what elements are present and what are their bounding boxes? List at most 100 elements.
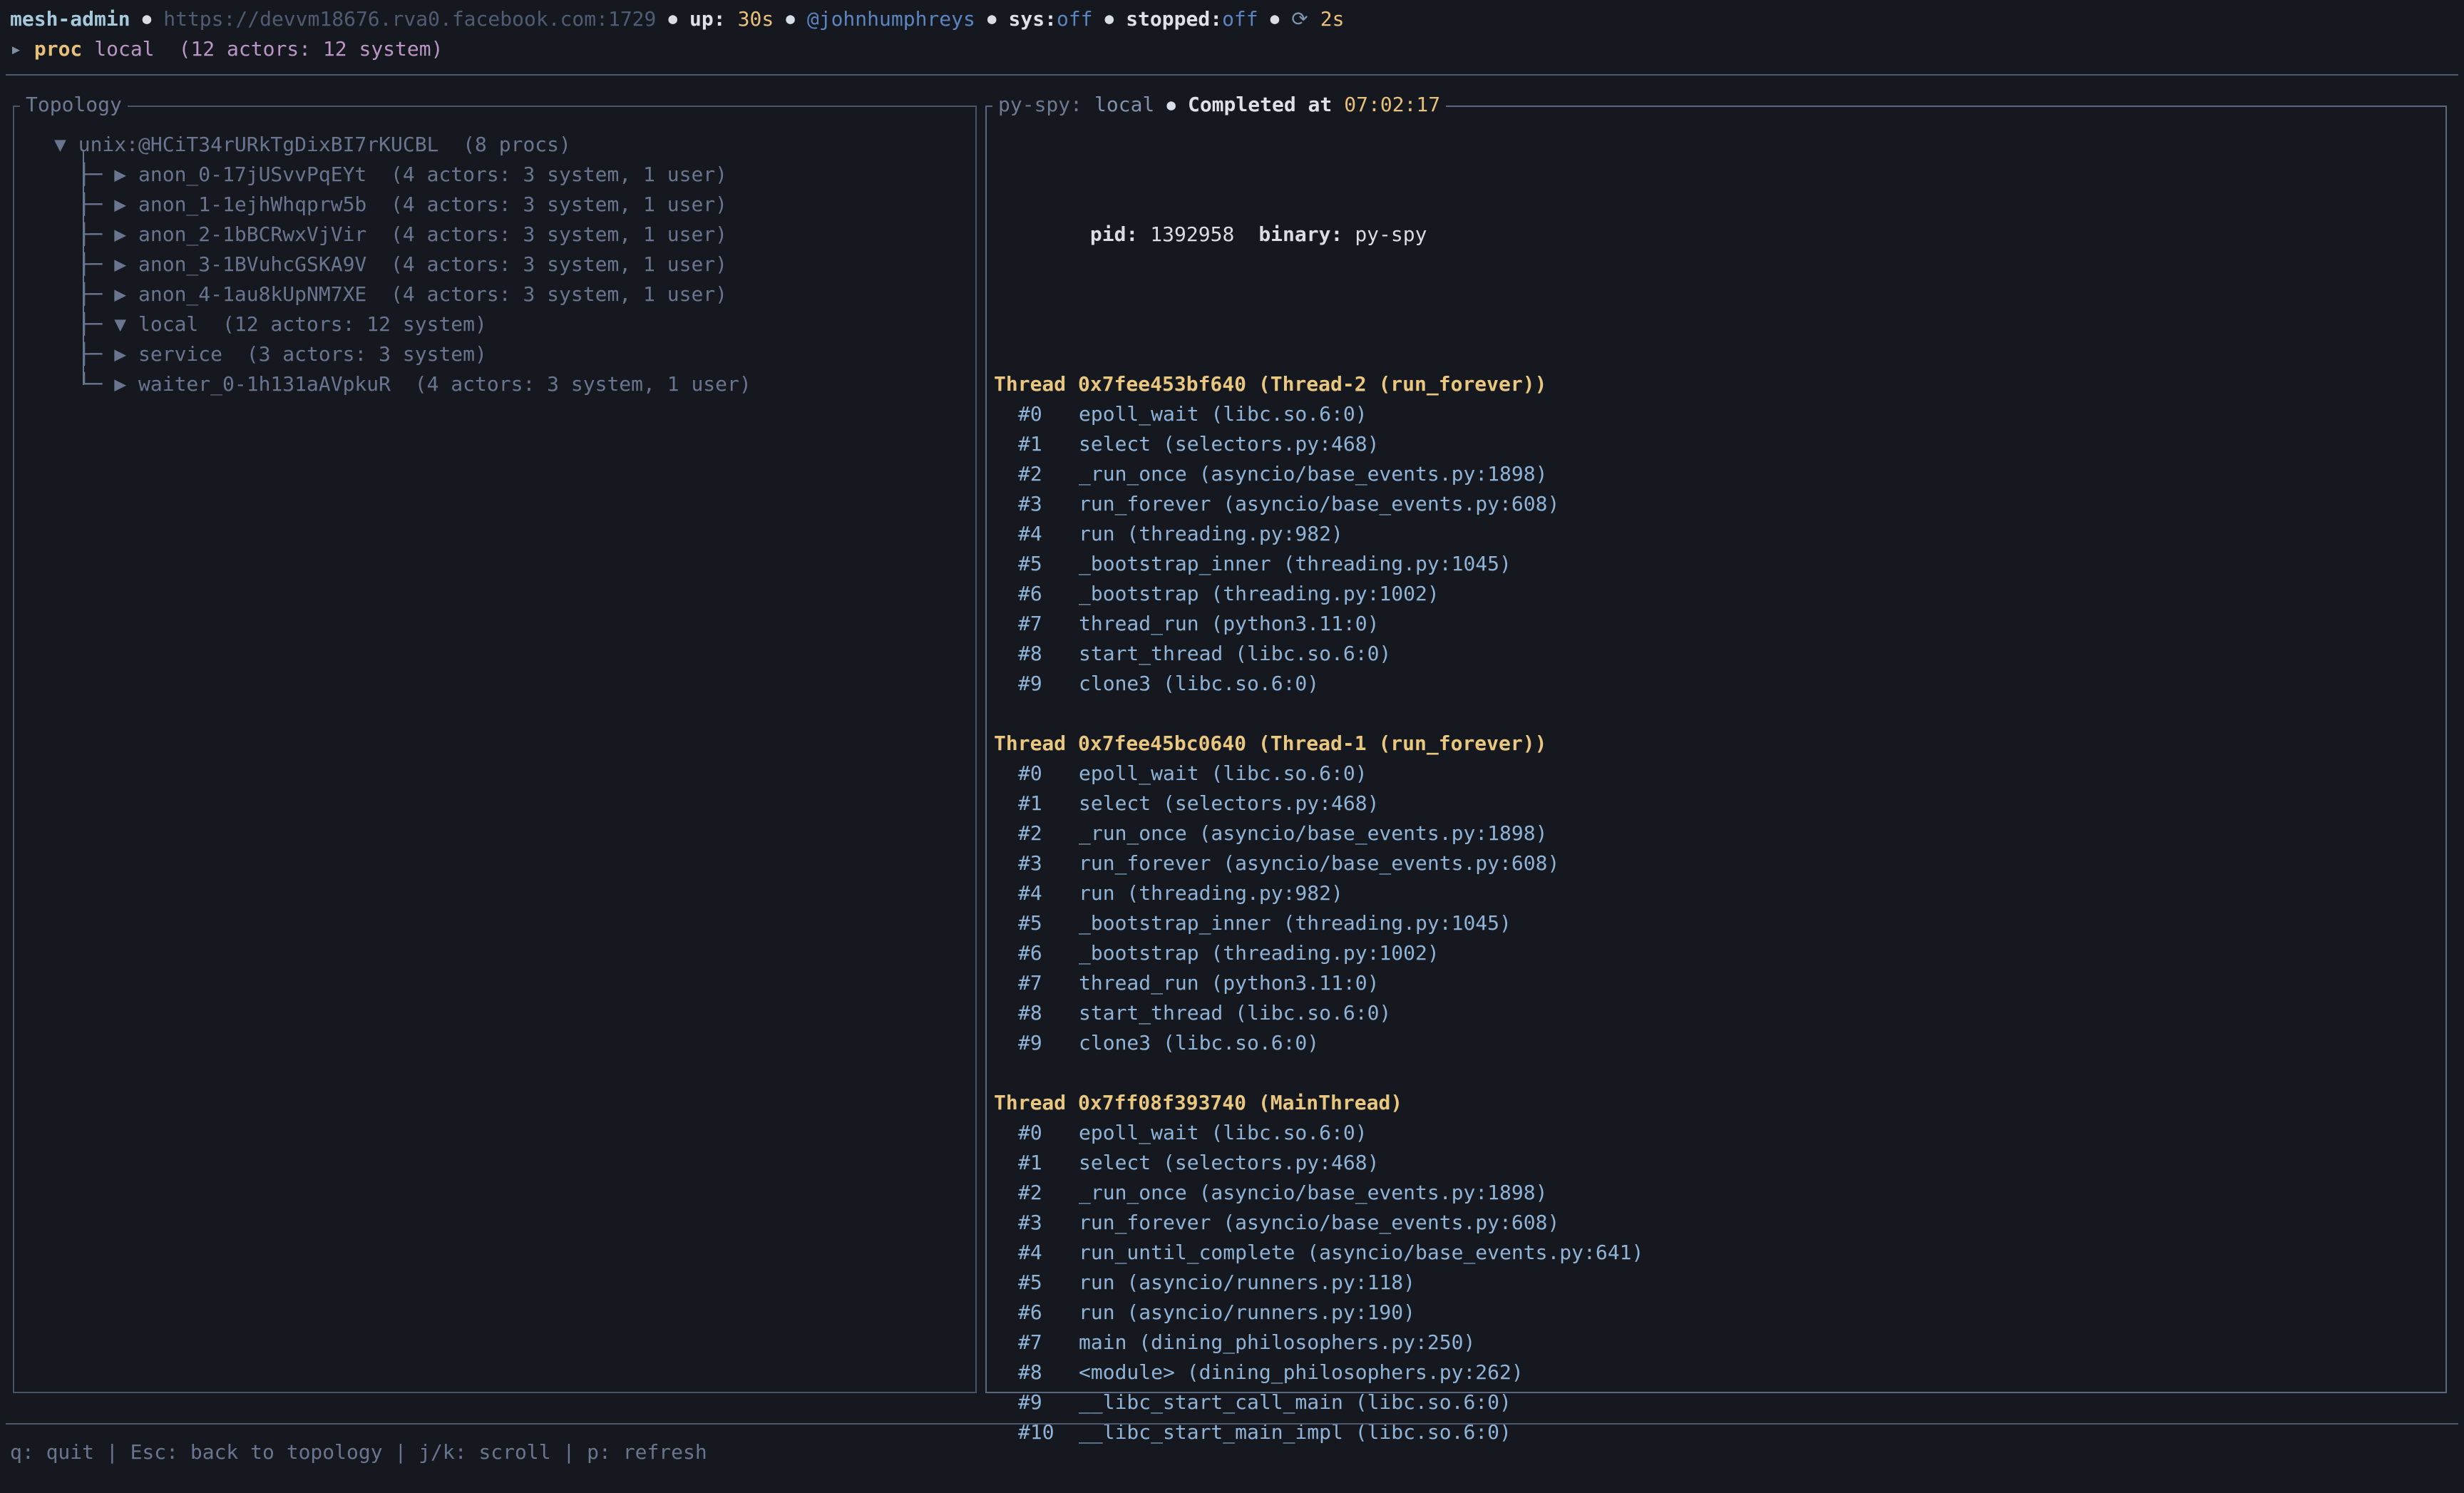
frame-function: start_thread (libc.so.6:0) xyxy=(1079,1001,1391,1025)
stopped-label: stopped: xyxy=(1126,7,1222,31)
frame-function: _run_once (asyncio/base_events.py:1898) xyxy=(1079,821,1547,845)
stack-frame: #7main (dining_philosophers.py:250) xyxy=(994,1328,1811,1358)
frame-number: #4 xyxy=(1018,519,1079,549)
frame-function: _bootstrap_inner (threading.py:1045) xyxy=(1079,911,1511,935)
header-separator xyxy=(6,74,2458,76)
frame-number: #0 xyxy=(1018,399,1079,429)
breadcrumb-arrow-icon: ▸ xyxy=(10,37,22,61)
frame-function: main (dining_philosophers.py:250) xyxy=(1079,1330,1475,1354)
frame-number: #10 xyxy=(1018,1417,1079,1447)
stack-frame: #9__libc_start_call_main (libc.so.6:0) xyxy=(994,1387,1811,1417)
stack-frame: #3run_forever (asyncio/base_events.py:60… xyxy=(994,1208,1811,1238)
separator-dot: ● xyxy=(1270,10,1280,27)
topology-panel-title: Topology xyxy=(20,93,128,116)
frame-function: run (threading.py:982) xyxy=(1079,522,1343,545)
stack-frame: #5_bootstrap_inner (threading.py:1045) xyxy=(994,908,1811,938)
frame-number: #2 xyxy=(1018,459,1079,489)
stack-frame: #6_bootstrap (threading.py:1002) xyxy=(994,579,1811,609)
frame-function: run_forever (asyncio/base_events.py:608) xyxy=(1079,1211,1559,1234)
topology-node[interactable]: ▼ unix:@HCiT34rURkTgDixBI7rKUCBL (8 proc… xyxy=(54,130,751,160)
frame-number: #3 xyxy=(1018,1208,1079,1238)
frame-number: #2 xyxy=(1018,1178,1079,1208)
stopped-value: off xyxy=(1222,7,1258,31)
footer-help: q: quit | Esc: back to topology | j/k: s… xyxy=(10,1440,707,1464)
stack-frame: #4run (threading.py:982) xyxy=(994,519,1811,549)
frame-number: #5 xyxy=(1018,549,1079,579)
refresh-icon: ⟳ xyxy=(1291,7,1308,31)
breadcrumb-detail: (12 actors: 12 system) xyxy=(179,37,443,61)
frame-function: _bootstrap (threading.py:1002) xyxy=(1079,941,1439,965)
header-status-bar: mesh-admin ● https://devvm18676.rva0.fac… xyxy=(10,5,1344,32)
stack-frame: #3run_forever (asyncio/base_events.py:60… xyxy=(994,848,1811,878)
frame-function: __libc_start_call_main (libc.so.6:0) xyxy=(1079,1390,1511,1414)
topology-node[interactable]: ├─ ▶ anon_4-1au8kUpNM7XE (4 actors: 3 sy… xyxy=(54,279,751,309)
frame-function: run (asyncio/runners.py:190) xyxy=(1079,1300,1415,1324)
stack-frame: #6run (asyncio/runners.py:190) xyxy=(994,1298,1811,1328)
process-info-line: pid:1392958binary:py-spy xyxy=(994,190,1811,220)
pyspy-title-time: 07:02:17 xyxy=(1344,93,1440,116)
topology-panel: Topology ▼ unix:@HCiT34rURkTgDixBI7rKUCB… xyxy=(13,106,977,1393)
frame-function: _bootstrap (threading.py:1002) xyxy=(1079,582,1439,605)
frame-number: #0 xyxy=(1018,759,1079,789)
frame-function: select (selectors.py:468) xyxy=(1079,791,1379,815)
blank-line xyxy=(994,699,1811,729)
stack-frame: #7thread_run (python3.11:0) xyxy=(994,609,1811,639)
frame-number: #1 xyxy=(1018,429,1079,459)
topology-node[interactable]: ├─ ▼ local (12 actors: 12 system) xyxy=(54,309,751,339)
topology-tree: ▼ unix:@HCiT34rURkTgDixBI7rKUCBL (8 proc… xyxy=(54,130,751,399)
frame-number: #7 xyxy=(1018,609,1079,639)
frame-number: #9 xyxy=(1018,669,1079,699)
frame-function: clone3 (libc.so.6:0) xyxy=(1079,672,1319,695)
stack-frame: #0epoll_wait (libc.so.6:0) xyxy=(994,1118,1811,1148)
pyspy-panel: py-spy:local●Completed at07:02:17 pid:13… xyxy=(985,106,2447,1393)
topology-node[interactable]: ├─ ▶ anon_0-17jUSvvPqEYt (4 actors: 3 sy… xyxy=(54,160,751,190)
pyspy-panel-title: py-spy:local●Completed at07:02:17 xyxy=(992,93,1446,116)
frame-number: #1 xyxy=(1018,789,1079,819)
topology-node[interactable]: ├─ ▶ anon_2-1bBCRwxVjVir (4 actors: 3 sy… xyxy=(54,220,751,250)
server-url: https://devvm18676.rva0.facebook.com:172… xyxy=(163,7,656,31)
frame-number: #8 xyxy=(1018,1358,1079,1387)
frame-number: #2 xyxy=(1018,819,1079,848)
frame-function: clone3 (libc.so.6:0) xyxy=(1079,1031,1319,1055)
blank-line xyxy=(994,1058,1811,1088)
separator-dot: ● xyxy=(1105,10,1114,27)
pyspy-title-source: py-spy: xyxy=(998,93,1082,116)
frame-number: #5 xyxy=(1018,908,1079,938)
frame-number: #4 xyxy=(1018,1238,1079,1268)
stack-frame: #8start_thread (libc.so.6:0) xyxy=(994,998,1811,1028)
binary-label: binary: xyxy=(1258,222,1343,246)
stack-frame: #2_run_once (asyncio/base_events.py:1898… xyxy=(994,459,1811,489)
frame-number: #6 xyxy=(1018,579,1079,609)
topology-node[interactable]: └─ ▶ waiter_0-1h131aAVpkuR (4 actors: 3 … xyxy=(54,369,751,399)
thread-header: Thread 0x7fee453bf640 (Thread-2 (run_for… xyxy=(994,369,1811,399)
frame-function: thread_run (python3.11:0) xyxy=(1079,612,1379,635)
app-root: mesh-admin ● https://devvm18676.rva0.fac… xyxy=(0,0,2464,1493)
stack-frame: #9clone3 (libc.so.6:0) xyxy=(994,1028,1811,1058)
separator-dot: ● xyxy=(786,10,795,27)
frame-number: #7 xyxy=(1018,1328,1079,1358)
stack-frame: #10__libc_start_main_impl (libc.so.6:0) xyxy=(994,1417,1811,1447)
stack-frame: #0epoll_wait (libc.so.6:0) xyxy=(994,759,1811,789)
stack-frame: #8start_thread (libc.so.6:0) xyxy=(994,639,1811,669)
frame-number: #6 xyxy=(1018,1298,1079,1328)
topology-node[interactable]: ├─ ▶ anon_3-1BVuhcGSKA9V (4 actors: 3 sy… xyxy=(54,250,751,279)
frame-function: run_until_complete (asyncio/base_events.… xyxy=(1079,1241,1643,1264)
breadcrumb: ▸ proc local (12 actors: 12 system) xyxy=(10,35,443,62)
uptime-label: up: xyxy=(689,7,726,31)
frame-function: run_forever (asyncio/base_events.py:608) xyxy=(1079,851,1559,875)
frame-function: run (threading.py:982) xyxy=(1079,881,1343,905)
topology-node[interactable]: ├─ ▶ service (3 actors: 3 system) xyxy=(54,339,751,369)
frame-function: _run_once (asyncio/base_events.py:1898) xyxy=(1079,1181,1547,1204)
frame-number: #3 xyxy=(1018,848,1079,878)
frame-number: #9 xyxy=(1018,1387,1079,1417)
stack-frame: #6_bootstrap (threading.py:1002) xyxy=(994,938,1811,968)
frame-function: run (asyncio/runners.py:118) xyxy=(1079,1271,1415,1294)
pyspy-title-target: local xyxy=(1094,93,1154,116)
binary-value: py-spy xyxy=(1355,222,1427,246)
frame-function: epoll_wait (libc.so.6:0) xyxy=(1079,402,1367,426)
frame-function: start_thread (libc.so.6:0) xyxy=(1079,642,1391,665)
frame-function: select (selectors.py:468) xyxy=(1079,432,1379,456)
topology-node[interactable]: ├─ ▶ anon_1-1ejhWhqprw5b (4 actors: 3 sy… xyxy=(54,190,751,220)
footer-separator xyxy=(6,1423,2458,1425)
stack-frame: #4run_until_complete (asyncio/base_event… xyxy=(994,1238,1811,1268)
